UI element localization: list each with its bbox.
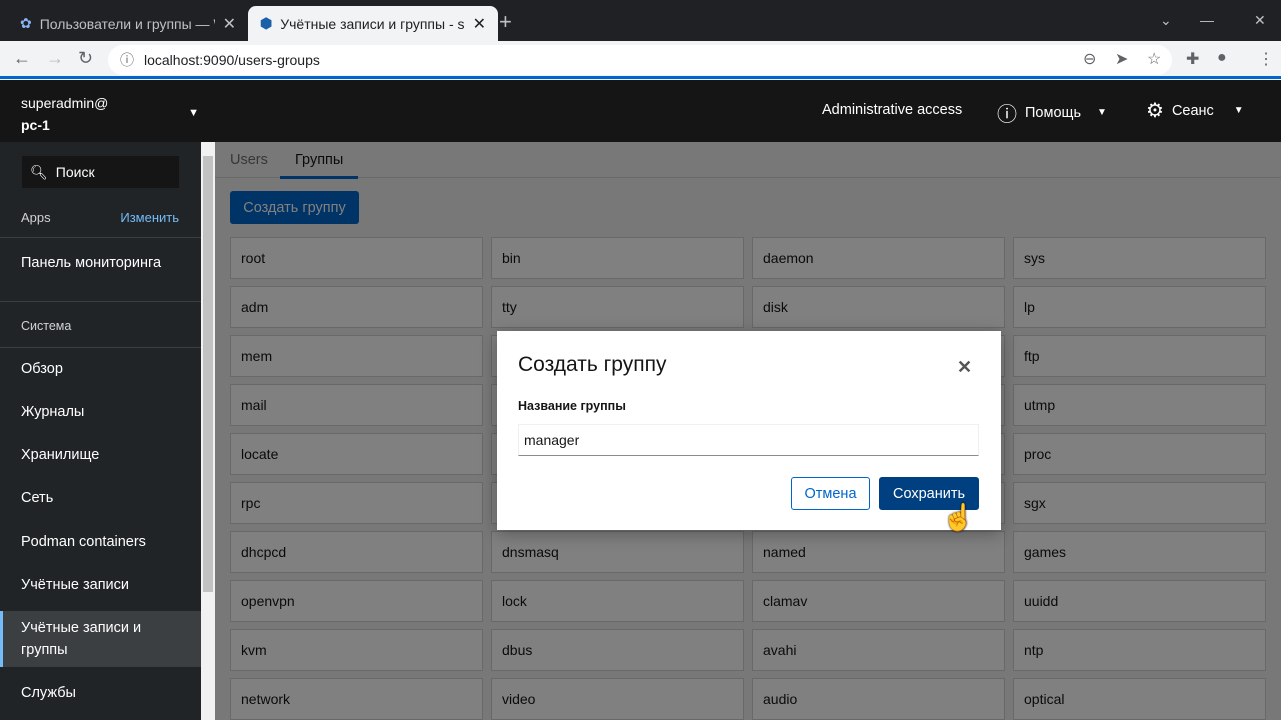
caret-down-icon: ▼ [188, 107, 199, 119]
group-card[interactable]: mail [230, 384, 483, 426]
group-name-label: Название группы [518, 399, 626, 413]
browser-tab[interactable]: ✿ Пользователи и группы — W ✕ [8, 6, 248, 41]
apps-label: Apps [21, 210, 51, 225]
group-card[interactable]: optical [1013, 678, 1266, 720]
menu-icon[interactable]: ⋮ [1258, 49, 1274, 69]
hand-cursor-icon: ☝ [942, 502, 975, 532]
group-card[interactable]: bin [491, 237, 744, 279]
group-card[interactable]: uuidd [1013, 580, 1266, 622]
group-card[interactable]: audio [752, 678, 1005, 720]
close-icon[interactable]: ✕ [957, 357, 972, 378]
caret-down-icon: ▼ [1097, 107, 1107, 118]
sidebar: superadmin@ pc-1 ▼ 🔍︎ Поиск Apps Изменить Па… [0, 80, 215, 720]
group-card[interactable]: clamav [752, 580, 1005, 622]
group-card[interactable]: lock [491, 580, 744, 622]
group-card[interactable]: ntp [1013, 629, 1266, 671]
group-card[interactable]: root [230, 237, 483, 279]
group-card[interactable]: rpc [230, 482, 483, 524]
sidebar-item-logs[interactable]: Журналы [0, 390, 201, 433]
sidebar-scrollbar[interactable] [201, 142, 215, 720]
admin-access-button[interactable]: Administrative access [822, 102, 962, 118]
new-tab-button[interactable]: + [499, 9, 512, 35]
group-card[interactable]: mem [230, 335, 483, 377]
host-switcher[interactable]: superadmin@ pc-1 ▼ [0, 80, 215, 142]
zoom-icon[interactable]: ⊖ [1083, 49, 1096, 69]
group-card[interactable]: proc [1013, 433, 1266, 475]
cancel-button[interactable]: Отмена [791, 477, 870, 510]
tab-users[interactable]: Users [230, 152, 268, 168]
search-input[interactable]: 🔍︎ Поиск [22, 156, 179, 188]
edit-link[interactable]: Изменить [120, 210, 179, 225]
reload-icon[interactable]: ↻ [78, 48, 93, 69]
group-card[interactable]: avahi [752, 629, 1005, 671]
sidebar-item-network[interactable]: Сеть [0, 476, 201, 519]
close-tab-icon[interactable]: ✕ [473, 14, 486, 34]
search-icon: 🔍︎ [30, 163, 48, 180]
group-card[interactable]: sgx [1013, 482, 1266, 524]
group-card[interactable]: openvpn [230, 580, 483, 622]
group-card[interactable]: adm [230, 286, 483, 328]
group-card[interactable]: daemon [752, 237, 1005, 279]
group-card[interactable]: utmp [1013, 384, 1266, 426]
create-group-button[interactable]: Создать группу [230, 191, 359, 224]
address-bar[interactable]: ⓘ localhost:9090/users-groups [108, 45, 1172, 75]
extensions-icon[interactable]: ✚ [1186, 49, 1199, 69]
tab-groups[interactable]: Группы [280, 152, 359, 179]
dialog-title: Создать группу [518, 353, 667, 376]
create-group-dialog: Создать группу ✕ Название группы manager… [497, 331, 1001, 530]
group-card[interactable]: locate [230, 433, 483, 475]
profile-icon[interactable]: ● [1217, 49, 1227, 67]
sidebar-item-services[interactable]: Службы [0, 671, 201, 714]
browser-tab-active[interactable]: ⬢ Учётные записи и группы - su ✕ [248, 6, 498, 41]
forward-icon[interactable]: → [46, 48, 64, 69]
gear-icon: ⚙ [1146, 100, 1164, 122]
group-card[interactable]: games [1013, 531, 1266, 573]
group-card[interactable]: dbus [491, 629, 744, 671]
group-card[interactable]: kvm [230, 629, 483, 671]
top-header: Administrative access ⓘ Помощь ▼ ⚙ Сеанс ▼ [215, 80, 1281, 142]
back-icon[interactable]: ← [13, 48, 31, 69]
sidebar-item-dashboard[interactable]: Панель мониторинга [0, 250, 201, 276]
group-card[interactable]: video [491, 678, 744, 720]
group-card[interactable]: dhcpcd [230, 531, 483, 573]
sidebar-item-accounts-groups[interactable]: Учётные записи и группы [0, 611, 201, 667]
app-icon: ✿ [20, 15, 32, 31]
chevron-down-icon[interactable]: ⌄ [1160, 12, 1172, 29]
sidebar-item-podman[interactable]: Podman containers [0, 520, 201, 563]
session-menu[interactable]: ⚙ Сеанс ▼ [1146, 98, 1244, 123]
sidebar-item-storage[interactable]: Хранилище [0, 433, 201, 476]
close-window-icon[interactable]: ✕ [1254, 12, 1266, 29]
page-tabs: Users Группы [215, 142, 1281, 179]
browser-toolbar: ← → ↻ ⓘ localhost:9090/users-groups ⊖ ➤ ☆… [0, 41, 1281, 79]
group-card[interactable]: named [752, 531, 1005, 573]
minimize-icon[interactable]: — [1200, 12, 1214, 28]
group-card[interactable]: lp [1013, 286, 1266, 328]
group-card[interactable]: dnsmasq [491, 531, 744, 573]
group-name-input[interactable]: manager [518, 424, 979, 456]
group-card[interactable]: sys [1013, 237, 1266, 279]
star-icon[interactable]: ☆ [1147, 49, 1161, 69]
help-icon: ⓘ [997, 104, 1017, 126]
group-card[interactable]: tty [491, 286, 744, 328]
info-icon: ⓘ [120, 52, 134, 68]
send-icon[interactable]: ➤ [1115, 49, 1128, 69]
help-menu[interactable]: ⓘ Помощь ▼ [997, 98, 1107, 127]
browser-tab-bar: ✿ Пользователи и группы — W ✕ ⬢ Учётные зап… [0, 0, 1281, 41]
sidebar-item-accounts[interactable]: Учётные записи [0, 563, 201, 606]
section-label: Система [21, 319, 72, 333]
group-card[interactable]: disk [752, 286, 1005, 328]
app-icon: ⬢ [260, 15, 273, 31]
sidebar-item-overview[interactable]: Обзор [0, 347, 201, 390]
close-tab-icon[interactable]: ✕ [223, 14, 236, 34]
group-card[interactable]: ftp [1013, 335, 1266, 377]
group-card[interactable]: network [230, 678, 483, 720]
caret-down-icon: ▼ [1233, 105, 1244, 116]
